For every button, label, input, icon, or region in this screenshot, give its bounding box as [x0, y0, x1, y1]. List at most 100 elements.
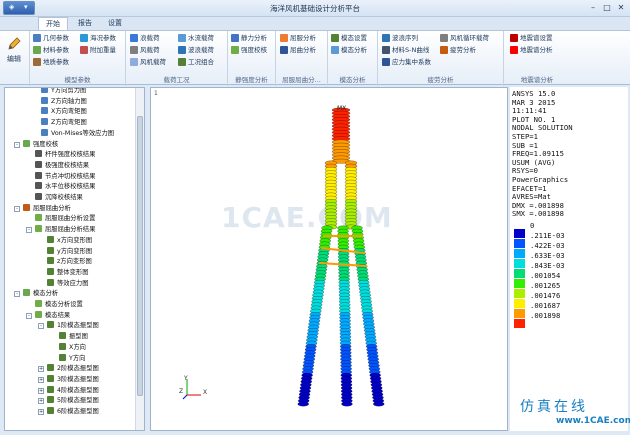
edit-button[interactable]: 编辑: [3, 35, 25, 71]
tree-item-label: 5阶模态振型图: [57, 397, 99, 405]
geology-params-button[interactable]: 地质参数: [33, 57, 69, 67]
turbine-load-button[interactable]: 风机载荷: [130, 57, 166, 67]
tree-item[interactable]: Von-Mises等效应力图: [41, 128, 114, 139]
group-load-cases: 浪载荷 水流载荷 风载荷 波浪载荷 风机载荷 工况组合 载荷工况: [126, 31, 228, 86]
tree-item[interactable]: +6阶模态振型图: [38, 407, 99, 417]
tree-item[interactable]: 模态分析设置: [35, 300, 83, 310]
graphics-viewport[interactable]: 1 1CAE.COM MX Y Z X: [150, 87, 508, 431]
tree-item[interactable]: Y方向剪力图: [41, 88, 86, 96]
tree-node-icon: [47, 278, 54, 286]
tree-node-icon: [47, 246, 54, 254]
modal-analysis-button[interactable]: 模态分析: [331, 45, 367, 55]
tree-item-label: 模态分析: [33, 290, 59, 298]
scroll-thumb[interactable]: [137, 116, 143, 396]
tree-item[interactable]: +5阶模态振型图: [38, 396, 99, 406]
tree-node-icon: [23, 289, 30, 297]
watermark-brand: 仿真在线: [520, 399, 588, 415]
tab-settings[interactable]: 设置: [100, 17, 130, 30]
tree-node-icon: [35, 160, 42, 168]
tree-item[interactable]: 节点冲切校核结果: [35, 171, 95, 182]
collapse-icon[interactable]: -: [38, 323, 44, 330]
collapse-icon[interactable]: -: [14, 205, 20, 212]
tree-item[interactable]: - 1阶模态振型图: [38, 321, 99, 331]
tree-item[interactable]: 极强度校核结果: [35, 160, 89, 171]
current-load-button[interactable]: 水流载荷: [178, 33, 214, 43]
seismic-analysis-button[interactable]: 地震谱分析: [510, 45, 553, 55]
tree-item[interactable]: +4阶模态振型图: [38, 385, 99, 396]
tree-item[interactable]: 沉降校核结果: [35, 193, 83, 203]
tree-item[interactable]: 杆件强度校核结果: [35, 150, 95, 160]
wind-load-button[interactable]: 风载荷: [130, 45, 160, 55]
watermark-site: www.1CAE.com: [556, 416, 630, 426]
stress-concentration-button[interactable]: 应力集中系数: [382, 57, 431, 67]
tree-item[interactable]: 等效应力图: [47, 278, 88, 289]
tree-node-icon: [47, 267, 54, 275]
tree-scrollbar[interactable]: [135, 88, 144, 430]
wave-sequence-button[interactable]: 波浪序列: [382, 33, 418, 43]
tree-item[interactable]: +2阶模态振型图: [38, 364, 99, 374]
collapse-icon[interactable]: -: [26, 227, 32, 234]
group-seismic: 地震谱设置 地震谱分析 地震谱分析: [504, 31, 570, 86]
mesh-ring: [373, 401, 385, 407]
modal-settings-button[interactable]: 模态设置: [331, 33, 367, 43]
seismic-settings-button[interactable]: 地震谱设置: [510, 33, 553, 43]
tree-item[interactable]: X方向: [59, 342, 86, 353]
modal-settings-label: 模态设置: [341, 34, 367, 42]
tab-report[interactable]: 报告: [70, 17, 100, 30]
collapse-icon[interactable]: -: [14, 141, 20, 148]
title-bar: ◈ ▾ 海洋风机基础设计分析平台 – □ ✕: [0, 0, 630, 17]
added-weight-button[interactable]: 附加重量: [80, 45, 116, 55]
strength-check-button[interactable]: 强度校核: [231, 45, 267, 55]
collapse-icon[interactable]: -: [26, 312, 32, 319]
turbine-cyclic-load-button[interactable]: 风机循环载荷: [440, 33, 489, 43]
static-analysis-button[interactable]: 静力分析: [231, 33, 267, 43]
tree-item[interactable]: - 强度校核: [14, 139, 58, 150]
group-static-strength: 静力分析 强度校核 静强度分析: [228, 31, 276, 86]
wave-loading-label: 波浪载荷: [188, 46, 214, 54]
wave-load-button[interactable]: 浪载荷: [130, 33, 160, 43]
seismic-settings-icon: [510, 34, 518, 42]
fatigue-icon: [440, 46, 448, 54]
sn-curve-button[interactable]: 材料S-N曲线: [382, 45, 429, 55]
tree-item[interactable]: - 屈服屈曲分析结果: [26, 225, 95, 235]
close-button[interactable]: ✕: [616, 3, 626, 12]
tree-item[interactable]: Y方向: [59, 353, 85, 364]
expand-icon[interactable]: +: [38, 376, 44, 383]
sea-state-params-button[interactable]: 海况参数: [80, 33, 116, 43]
tree-item[interactable]: Z方向轴力图: [41, 96, 87, 107]
expand-icon[interactable]: +: [38, 387, 44, 394]
tab-start[interactable]: 开始: [38, 17, 68, 30]
tree-item[interactable]: X方向弯矩图: [41, 107, 87, 117]
tree-item[interactable]: z方向变形图: [47, 257, 92, 267]
wave-loading-button[interactable]: 波浪载荷: [178, 45, 214, 55]
tree-item[interactable]: 屈服屈曲分析设置: [35, 214, 95, 224]
fatigue-analysis-button[interactable]: 疲劳分析: [440, 45, 476, 55]
legend-swatch: [514, 279, 525, 288]
yield-analysis-button[interactable]: 屈服分析: [280, 33, 316, 43]
geometry-params-button[interactable]: 几何参数: [33, 33, 69, 43]
expand-icon[interactable]: +: [38, 409, 44, 415]
tree-item[interactable]: 水平位移校核结果: [35, 182, 95, 192]
combination-icon: [178, 58, 186, 66]
legend-swatch: [514, 259, 525, 268]
sea-state-params-label: 海况参数: [90, 34, 116, 42]
tree-item[interactable]: - 模态结果: [26, 310, 70, 321]
tree-item[interactable]: +3阶模态振型图: [38, 374, 99, 385]
load-combination-button[interactable]: 工况组合: [178, 57, 214, 67]
material-params-button[interactable]: 材料参数: [33, 45, 69, 55]
tree-item[interactable]: - 模态分析: [14, 289, 59, 299]
tree-item[interactable]: x方向变形图: [47, 235, 92, 246]
maximize-button[interactable]: □: [602, 3, 612, 12]
tree-item[interactable]: 振型图: [59, 332, 88, 342]
minimize-button[interactable]: –: [588, 3, 598, 12]
tree-item[interactable]: y方向变形图: [47, 246, 92, 257]
ribbon-tabs: 开始 报告 设置: [0, 17, 630, 30]
tree-item[interactable]: - 屈服屈曲分析: [14, 203, 71, 214]
tree-item[interactable]: Z方向弯矩图: [41, 118, 87, 128]
tree-item[interactable]: 整体变形图: [47, 267, 88, 278]
legend-value: .001265: [530, 281, 561, 290]
collapse-icon[interactable]: -: [14, 291, 20, 298]
expand-icon[interactable]: +: [38, 366, 44, 373]
expand-icon[interactable]: +: [38, 398, 44, 405]
buckling-analysis-button[interactable]: 屈曲分析: [280, 45, 316, 55]
